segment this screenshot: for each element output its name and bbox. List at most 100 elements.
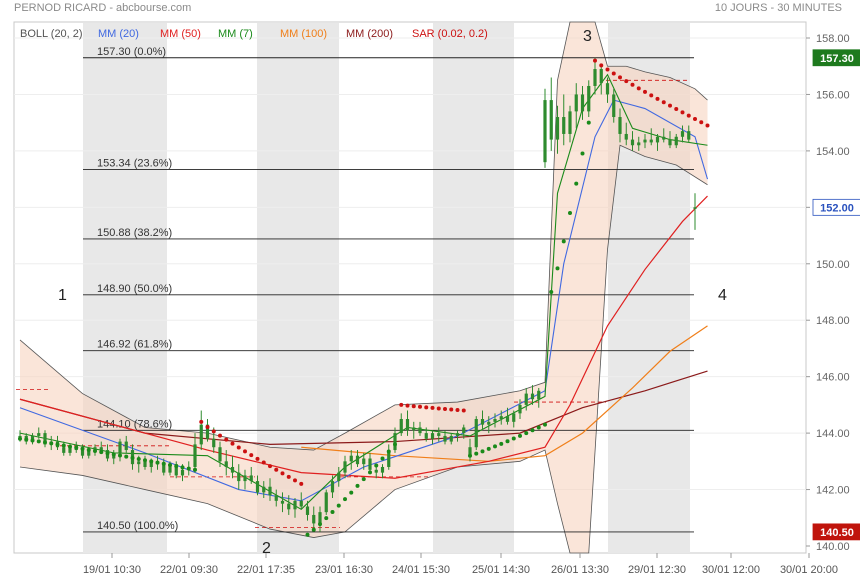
sar-up-dot-1-55 — [361, 477, 366, 482]
sar-down-dot-2-97 — [624, 79, 629, 84]
x-tick-label-0: 19/01 10:30 — [83, 564, 141, 576]
sar-down-dot-2-94 — [605, 67, 610, 72]
x-tick-label-7: 29/01 12:30 — [628, 564, 686, 576]
candle-body-66 — [430, 433, 435, 439]
candle-body-107 — [687, 131, 691, 140]
candle-body-88 — [568, 111, 572, 134]
candle-body-77 — [499, 416, 503, 419]
candle-body-48 — [318, 512, 322, 524]
sar-down-dot-2-104 — [668, 103, 672, 108]
candle-body-96 — [618, 117, 622, 134]
sar-up-dot-2-80 — [518, 433, 522, 438]
candle-body-38 — [255, 481, 260, 493]
candle-body-33 — [224, 461, 228, 467]
candle-body-81 — [524, 393, 528, 405]
fib-label-0: 157.30 (0.0%) — [97, 46, 166, 58]
candle-body-78 — [505, 416, 510, 422]
sar-up-dot-2-76 — [493, 444, 497, 449]
candle-body-58 — [380, 466, 385, 473]
candle-body-67 — [437, 433, 441, 436]
wave-label-1: 1 — [58, 287, 67, 304]
candle-body-19 — [137, 461, 141, 465]
candle-body-64 — [418, 427, 422, 434]
sar-down-dot-2-102 — [655, 96, 660, 101]
x-tick-label-4: 24/01 15:30 — [392, 564, 450, 576]
candle-body-10 — [80, 450, 85, 456]
fib-label-6: 140.50 (100.0%) — [97, 520, 178, 532]
candle-body-56 — [368, 458, 372, 470]
candle-body-51 — [337, 472, 341, 482]
sar-up-dot-1-46 — [305, 532, 310, 537]
sar-up-dot-1-53 — [349, 490, 354, 495]
candle-body-73 — [474, 419, 478, 448]
candle-body-40 — [268, 486, 272, 496]
sar-down-dot-2-110 — [705, 123, 710, 128]
sar-down-dot-2-99 — [636, 86, 641, 91]
sar-up-dot-0-27 — [186, 466, 191, 471]
wave-label-4: 4 — [718, 287, 727, 304]
candle-body-85 — [549, 100, 553, 140]
y-tick-label-6: 154.00 — [816, 146, 850, 158]
candle-body-91 — [587, 85, 591, 112]
candle-body-34 — [230, 466, 235, 473]
candle-body-79 — [512, 413, 516, 422]
sar-up-dot-1-52 — [343, 497, 347, 502]
session-band-2 — [433, 23, 514, 553]
candle-body-31 — [212, 438, 216, 448]
legend-item-1: MM (20) — [98, 28, 139, 40]
sar-up-dot-0-19 — [136, 457, 141, 462]
candle-body-42 — [280, 500, 285, 504]
sar-up-dot-1-50 — [330, 509, 335, 514]
price-badge-label-high: 157.30 — [820, 53, 854, 65]
sar-down-dot-1-67 — [436, 406, 441, 411]
sar-up-dot-0-16 — [118, 453, 122, 458]
y-tick-label-0: 142.00 — [816, 485, 850, 497]
x-tick-label-9: 30/01 20:00 — [780, 564, 838, 576]
candle-body-63 — [412, 427, 416, 431]
candle-body-70 — [455, 433, 460, 436]
candle-body-104 — [668, 139, 672, 146]
candle-body-3 — [37, 433, 41, 436]
candle-body-60 — [393, 433, 397, 451]
sar-down-dot-1-63 — [411, 404, 416, 409]
sar-up-dot-0-18 — [130, 455, 135, 460]
sar-down-dot-0-43 — [286, 474, 291, 479]
x-tick-label-8: 30/01 12:00 — [702, 564, 760, 576]
fib-label-4: 146.92 (61.8%) — [97, 339, 172, 351]
sar-down-dot-0-41 — [274, 467, 279, 472]
candle-body-35 — [237, 472, 241, 482]
sar-up-dot-2-82 — [530, 428, 535, 433]
candle-body-65 — [424, 433, 428, 439]
candle-body-98 — [630, 139, 635, 146]
candle-body-37 — [249, 475, 253, 482]
sar-up-dot-0-12 — [93, 448, 97, 453]
sar-up-dot-1-60 — [393, 442, 397, 447]
sar-up-dot-3-87 — [561, 239, 566, 244]
fib-label-1: 153.34 (23.6%) — [97, 158, 172, 170]
candle-body-105 — [674, 136, 678, 146]
sar-up-dot-1-47 — [311, 527, 316, 532]
candle-body-71 — [462, 427, 466, 434]
sar-up-dot-0-17 — [124, 454, 129, 459]
sar-up-dot-0-10 — [80, 446, 85, 451]
x-tick-label-5: 25/01 14:30 — [472, 564, 530, 576]
sar-down-dot-1-70 — [455, 408, 460, 413]
sar-down-dot-2-98 — [630, 82, 635, 87]
candle-body-53 — [349, 455, 353, 462]
candle-body-36 — [243, 475, 247, 482]
sar-up-dot-0-5 — [49, 441, 54, 446]
candle-body-97 — [624, 133, 628, 140]
candle-body-99 — [637, 142, 641, 146]
candle-body-101 — [649, 139, 653, 143]
sar-up-dot-0-4 — [43, 440, 47, 445]
candle-body-69 — [449, 435, 453, 442]
candle-body-92 — [593, 69, 597, 86]
sar-down-dot-2-100 — [643, 89, 647, 94]
candle-body-76 — [493, 419, 497, 422]
candle-body-62 — [405, 419, 410, 431]
x-tick-label-6: 26/01 13:30 — [551, 564, 609, 576]
candle-body-106 — [680, 131, 685, 137]
sar-down-dot-2-109 — [699, 120, 704, 125]
sar-up-dot-0-28 — [193, 467, 197, 472]
sar-up-dot-3-90 — [580, 151, 585, 156]
